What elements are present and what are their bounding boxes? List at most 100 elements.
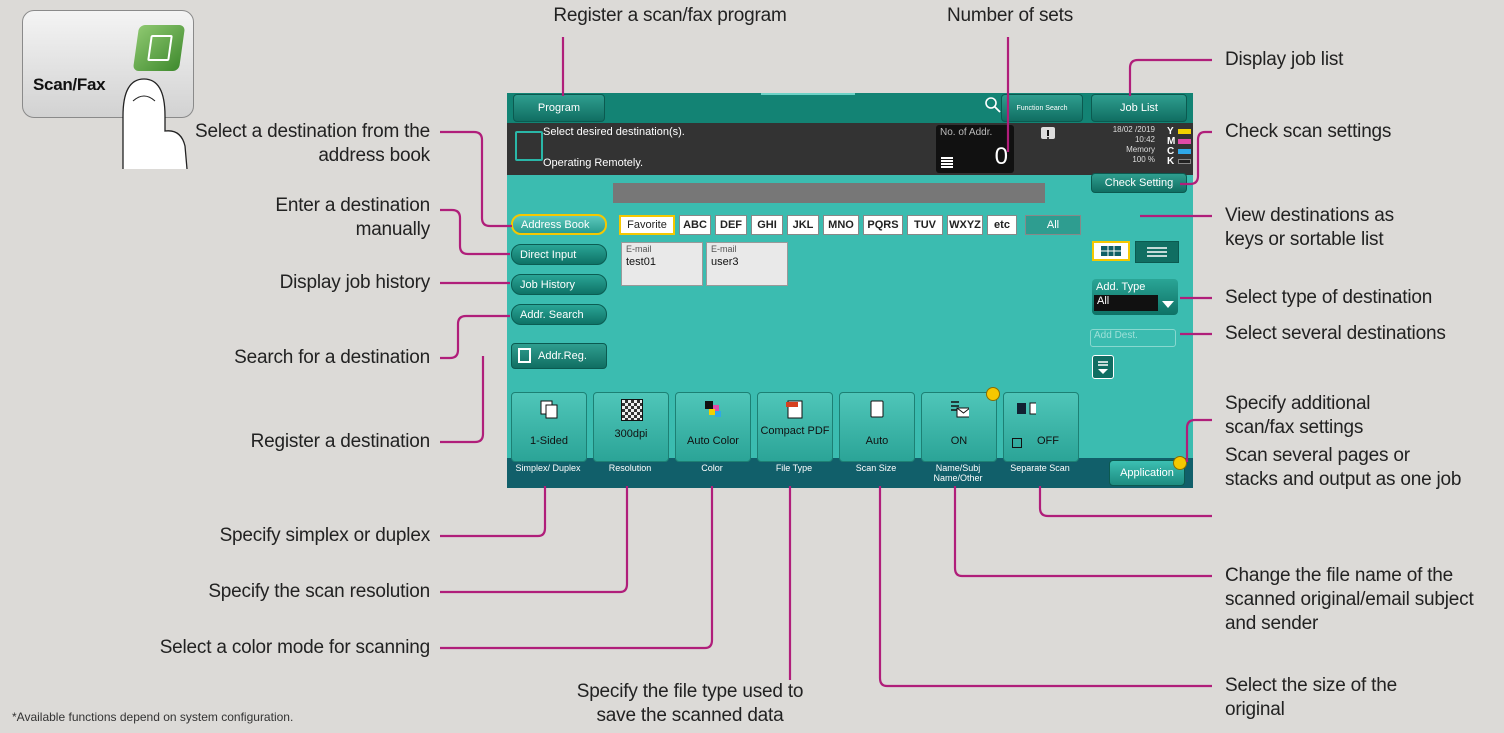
separate-scan-icon: [1017, 402, 1036, 415]
callout-select-size: Select the size of the original: [1225, 675, 1397, 720]
list-view-icon[interactable]: [1135, 241, 1179, 263]
toner-m-bar: [1178, 139, 1191, 144]
callout-select-type: Select type of destination: [1225, 287, 1433, 308]
callout-scan-several: Scan several pages or stacks and output …: [1225, 445, 1462, 490]
list-icon: [941, 157, 953, 168]
callout-view-destinations: View destinations as keys or sortable li…: [1225, 205, 1394, 250]
callout-display-job-list: Display job list: [1225, 49, 1344, 70]
add-type-value: All: [1094, 295, 1158, 311]
footnote: *Available functions depend on system co…: [12, 710, 294, 724]
name-mail-icon: [951, 401, 969, 418]
scan-size-button[interactable]: Auto: [839, 392, 915, 462]
program-button[interactable]: Program: [513, 94, 605, 122]
destination-name: user3: [711, 256, 739, 268]
tab-ghi[interactable]: GHI: [751, 215, 783, 235]
add-dest-button[interactable]: Add Dest.: [1090, 329, 1176, 347]
tab-handle: [761, 93, 855, 95]
resolution-icon: [621, 399, 643, 421]
callout-simplex-duplex: Specify simplex or duplex: [219, 525, 431, 546]
status-date: 18/02 /2019: [1112, 125, 1155, 134]
name-subj-value: ON: [950, 435, 968, 447]
callout-file-type: Specify the file type used to save the s…: [576, 681, 804, 726]
tab-abc[interactable]: ABC: [679, 215, 711, 235]
search-bar[interactable]: [613, 183, 1045, 203]
memory-value: 100 %: [1132, 155, 1155, 164]
scan-size-value: Auto: [865, 435, 889, 447]
resolution-value: 300dpi: [614, 428, 648, 440]
memory-label: Memory: [1126, 145, 1155, 154]
color-button[interactable]: Auto Color: [675, 392, 751, 462]
simplex-duplex-label: Simplex/ Duplex: [515, 463, 581, 473]
tab-all[interactable]: All: [1025, 215, 1081, 235]
file-type-value: Compact PDF: [760, 425, 830, 437]
destination-key[interactable]: E-mail test01: [621, 242, 703, 286]
callout-job-history: Display job history: [279, 272, 431, 293]
toner-y-bar: [1178, 129, 1191, 134]
tab-jkl[interactable]: JKL: [787, 215, 819, 235]
color-icon: [705, 401, 721, 417]
addr-reg-label: Addr.Reg.: [538, 350, 587, 362]
addr-search-button[interactable]: Addr. Search: [511, 304, 607, 325]
color-value: Auto Color: [687, 435, 739, 447]
callout-change-file-name: Change the file name of the scanned orig…: [1225, 565, 1474, 634]
key-view-icon[interactable]: [1092, 241, 1130, 261]
simplex-duplex-button[interactable]: 1-Sided: [511, 392, 587, 462]
simplex-duplex-value: 1-Sided: [530, 435, 568, 447]
tab-favorite[interactable]: Favorite: [619, 215, 675, 235]
addr-counter: No. of Addr. 0: [936, 125, 1014, 173]
alert-icon[interactable]: [1041, 127, 1055, 139]
chevron-down-icon: [1162, 301, 1174, 308]
setting-indicator-icon: [986, 387, 1000, 401]
callout-search-destination: Search for a destination: [234, 347, 430, 368]
tab-wxyz[interactable]: WXYZ: [947, 215, 983, 235]
separate-scan-label: Separate Scan: [1010, 463, 1070, 473]
add-type-selector[interactable]: Add. Type All: [1092, 279, 1178, 315]
name-subj-label: Name/Subj Name/Other: [933, 463, 983, 483]
control-panel-screen: Program Function Search Job List Select …: [507, 93, 1193, 488]
destination-type: E-mail: [711, 244, 737, 254]
resolution-label: Resolution: [608, 463, 652, 473]
tab-mno[interactable]: MNO: [823, 215, 859, 235]
callout-address-book: Select a destination from the address bo…: [194, 121, 430, 166]
scan-fax-key-label: Scan/Fax: [33, 75, 106, 94]
separate-scan-button[interactable]: OFF: [1003, 392, 1079, 462]
tab-tuv[interactable]: TUV: [907, 215, 943, 235]
search-icon[interactable]: [985, 97, 1001, 113]
callout-additional-settings: Specify additional scan/fax settings: [1225, 393, 1371, 438]
tab-etc[interactable]: etc: [987, 215, 1017, 235]
color-label: Color: [701, 463, 723, 473]
message-line2: Operating Remotely.: [543, 157, 644, 169]
callout-number-of-sets: Number of sets: [946, 5, 1074, 26]
duplex-icon: [540, 400, 558, 419]
file-type-label: File Type: [775, 463, 813, 473]
callout-check-scan-settings: Check scan settings: [1225, 121, 1392, 142]
file-type-button[interactable]: Compact PDF: [757, 392, 833, 462]
addr-counter-value: 0: [994, 143, 1008, 170]
toner-k-bar: [1178, 159, 1191, 164]
tab-pqrs[interactable]: PQRS: [863, 215, 903, 235]
callout-resolution: Specify the scan resolution: [208, 581, 430, 602]
scan-fax-key[interactable]: Scan/Fax: [22, 10, 194, 170]
status-time: 10:42: [1134, 135, 1155, 144]
job-history-button[interactable]: Job History: [511, 274, 607, 295]
page-icon: [870, 400, 884, 418]
scan-size-label: Scan Size: [855, 463, 897, 473]
toner-c-bar: [1178, 149, 1191, 154]
separate-scan-value: OFF: [1037, 435, 1059, 447]
name-subj-button[interactable]: ON: [921, 392, 997, 462]
direct-input-button[interactable]: Direct Input: [511, 244, 607, 265]
callout-color-mode: Select a color mode for scanning: [159, 637, 431, 658]
check-setting-button[interactable]: Check Setting: [1091, 173, 1187, 193]
function-search-button[interactable]: Function Search: [1001, 94, 1083, 122]
destination-type: E-mail: [626, 244, 652, 254]
callout-select-several: Select several destinations: [1225, 323, 1446, 344]
resolution-button[interactable]: 300dpi: [593, 392, 669, 462]
scroll-down-icon[interactable]: [1092, 355, 1114, 379]
address-book-button[interactable]: Address Book: [511, 214, 607, 235]
tab-def[interactable]: DEF: [715, 215, 747, 235]
add-type-label: Add. Type: [1096, 281, 1146, 293]
destination-key[interactable]: E-mail user3: [706, 242, 788, 286]
addr-counter-label: No. of Addr.: [940, 127, 993, 138]
callout-enter-manually: Enter a destination manually: [275, 195, 430, 240]
job-list-button[interactable]: Job List: [1091, 94, 1187, 122]
